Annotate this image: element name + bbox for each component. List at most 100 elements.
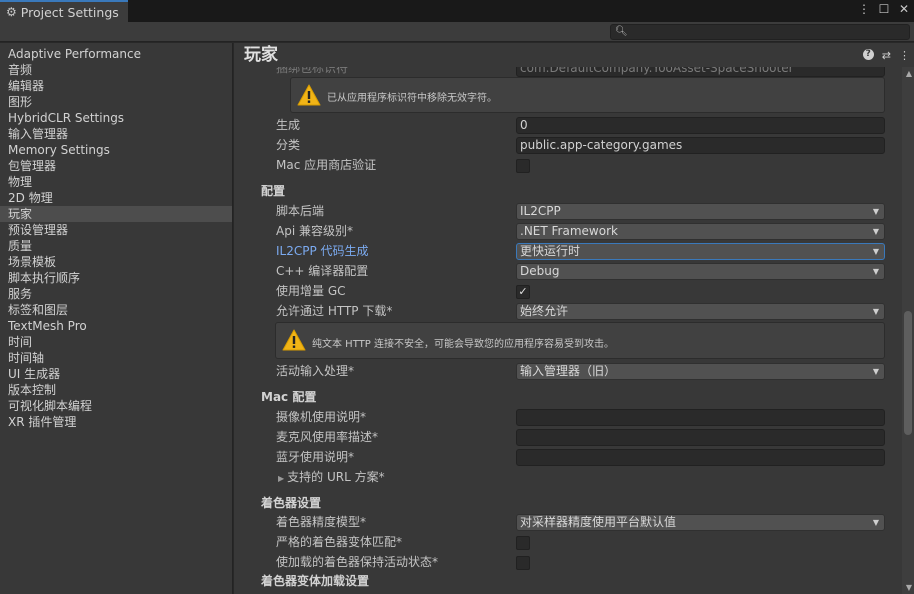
sidebar-item-textmesh-pro[interactable]: TextMesh Pro xyxy=(0,318,232,334)
section-shader-settings: 着色器设置 xyxy=(261,496,322,510)
chevron-down-icon: ▼ xyxy=(872,247,879,256)
strict-variant-row: 严格的着色器变体匹配* xyxy=(234,533,900,551)
shader-precision-row: 着色器精度模型* 对采样器精度使用平台默认值 ▼ xyxy=(234,513,900,531)
scrollbar-thumb[interactable] xyxy=(904,311,912,435)
keep-loaded-shaders-checkbox[interactable] xyxy=(516,556,530,570)
chevron-down-icon: ▼ xyxy=(872,227,879,236)
cpp-compiler-dropdown[interactable]: Debug ▼ xyxy=(516,263,885,280)
more-options-icon[interactable]: ⋮ xyxy=(899,49,910,62)
url-schemes-foldout[interactable]: ▶ 支持的 URL 方案* xyxy=(278,468,385,486)
sidebar-item-xr-plugin-management[interactable]: XR 插件管理 xyxy=(0,414,232,430)
mac-store-validation-checkbox[interactable] xyxy=(516,159,530,173)
sidebar-item-editor[interactable]: 编辑器 xyxy=(0,78,232,94)
sidebar-item-scene-template[interactable]: 场景模板 xyxy=(0,254,232,270)
mic-usage-label: 麦克风使用率描述* xyxy=(276,430,379,444)
sidebar-item-package-manager[interactable]: 包管理器 xyxy=(0,158,232,174)
sidebar-item-script-execution-order[interactable]: 脚本执行顺序 xyxy=(0,270,232,286)
sidebar-item-time[interactable]: 时间 xyxy=(0,334,232,350)
scroll-down-icon[interactable]: ▼ xyxy=(906,583,912,592)
sidebar-item-hybridclr[interactable]: HybridCLR Settings xyxy=(0,110,232,126)
player-settings-panel: 玩家 ? ⇄ ⋮ 捆绑包标识符 com.DefaultCompany.YooAs… xyxy=(234,43,914,594)
bundle-id-label: 捆绑包标识符 xyxy=(276,67,349,75)
tab-title: Project Settings xyxy=(20,4,119,20)
title-bar: ⚙ Project Settings ⋮ ☐ ✕ xyxy=(0,0,914,22)
il2cpp-codegen-row: IL2CPP 代码生成 更快运行时 ▼ xyxy=(234,242,900,260)
mic-usage-row: 麦克风使用率描述* xyxy=(234,428,900,446)
active-input-label: 活动输入处理* xyxy=(276,364,355,378)
shader-precision-label: 着色器精度模型* xyxy=(276,515,367,529)
warning-icon xyxy=(282,329,306,351)
close-icon[interactable]: ✕ xyxy=(898,2,910,16)
sidebar-item-input-manager[interactable]: 输入管理器 xyxy=(0,126,232,142)
mac-store-validation-row: Mac 应用商店验证 xyxy=(234,156,900,174)
mic-usage-field[interactable] xyxy=(516,429,885,446)
tab-project-settings[interactable]: ⚙ Project Settings xyxy=(0,0,128,22)
camera-usage-row: 摄像机使用说明* xyxy=(234,408,900,426)
http-download-label: 允许通过 HTTP 下载* xyxy=(276,304,393,318)
shader-precision-dropdown[interactable]: 对采样器精度使用平台默认值 ▼ xyxy=(516,514,885,531)
active-input-dropdown[interactable]: 输入管理器（旧） ▼ xyxy=(516,363,885,380)
il2cpp-codegen-dropdown[interactable]: 更快运行时 ▼ xyxy=(516,243,885,260)
gear-icon: ⚙ xyxy=(6,5,17,19)
toolbar: 🔍︎ xyxy=(0,22,914,42)
search-input[interactable]: 🔍︎ xyxy=(610,24,910,40)
sidebar-item-services[interactable]: 服务 xyxy=(0,286,232,302)
cpp-compiler-label: C++ 编译器配置 xyxy=(276,264,369,278)
scroll-up-icon[interactable]: ▲ xyxy=(906,69,912,78)
camera-usage-field[interactable] xyxy=(516,409,885,426)
sidebar-item-adaptive-performance[interactable]: Adaptive Performance xyxy=(0,46,232,62)
incremental-gc-label: 使用增量 GC xyxy=(276,284,346,298)
bluetooth-usage-field[interactable] xyxy=(516,449,885,466)
help-icon[interactable]: ? xyxy=(862,49,874,60)
page-title: 玩家 xyxy=(244,45,278,65)
scripting-backend-value: IL2CPP xyxy=(520,204,561,218)
cpp-compiler-value: Debug xyxy=(520,264,560,278)
http-download-dropdown[interactable]: 始终允许 ▼ xyxy=(516,303,885,320)
sidebar-item-ui-builder[interactable]: UI 生成器 xyxy=(0,366,232,382)
category-field[interactable]: public.app-category.games xyxy=(516,137,885,154)
preset-icon[interactable]: ⇄ xyxy=(882,49,891,62)
foldout-arrow-icon: ▶ xyxy=(278,474,285,483)
sidebar-item-version-control[interactable]: 版本控制 xyxy=(0,382,232,398)
category-label: 分类 xyxy=(276,138,301,152)
more-icon[interactable]: ⋮ xyxy=(858,2,870,16)
sidebar-item-preset-manager[interactable]: 预设管理器 xyxy=(0,222,232,238)
api-compat-row: Api 兼容级别* .NET Framework ▼ xyxy=(234,222,900,240)
active-input-row: 活动输入处理* 输入管理器（旧） ▼ xyxy=(234,362,900,380)
chevron-down-icon: ▼ xyxy=(872,307,879,316)
sidebar-item-quality[interactable]: 质量 xyxy=(0,238,232,254)
cpp-compiler-row: C++ 编译器配置 Debug ▼ xyxy=(234,262,900,280)
il2cpp-codegen-value: 更快运行时 xyxy=(520,244,581,258)
sidebar-item-graphics[interactable]: 图形 xyxy=(0,94,232,110)
strict-variant-checkbox[interactable] xyxy=(516,536,530,550)
api-compat-dropdown[interactable]: .NET Framework ▼ xyxy=(516,223,885,240)
sidebar-item-timeline[interactable]: 时间轴 xyxy=(0,350,232,366)
sidebar-item-visual-scripting[interactable]: 可视化脚本编程 xyxy=(0,398,232,414)
bluetooth-usage-label: 蓝牙使用说明* xyxy=(276,450,355,464)
section-mac-configuration: Mac 配置 xyxy=(261,390,317,404)
scripting-backend-label: 脚本后端 xyxy=(276,204,325,218)
url-schemes-label: 支持的 URL 方案* xyxy=(287,470,385,484)
sidebar-item-memory-settings[interactable]: Memory Settings xyxy=(0,142,232,158)
section-shader-variant-loading: 着色器变体加载设置 xyxy=(261,574,370,588)
scripting-backend-dropdown[interactable]: IL2CPP ▼ xyxy=(516,203,885,220)
api-compat-label: Api 兼容级别* xyxy=(276,224,353,238)
shader-precision-value: 对采样器精度使用平台默认值 xyxy=(520,515,677,529)
scripting-backend-row: 脚本后端 IL2CPP ▼ xyxy=(234,202,900,220)
sidebar-item-physics[interactable]: 物理 xyxy=(0,174,232,190)
incremental-gc-checkbox[interactable]: ✓ xyxy=(516,285,530,299)
checkmark-icon: ✓ xyxy=(518,285,528,298)
bundle-id-field[interactable]: com.DefaultCompany.YooAsset-SpaceShooter xyxy=(516,67,885,77)
camera-usage-label: 摄像机使用说明* xyxy=(276,410,367,424)
mac-store-validation-label: Mac 应用商店验证 xyxy=(276,158,377,172)
window-controls: ⋮ ☐ ✕ xyxy=(858,2,910,16)
chevron-down-icon: ▼ xyxy=(872,518,879,527)
sidebar-item-audio[interactable]: 音频 xyxy=(0,62,232,78)
build-field[interactable]: 0 xyxy=(516,117,885,134)
chevron-down-icon: ▼ xyxy=(872,207,879,216)
title-icons: ? ⇄ ⋮ xyxy=(862,49,910,62)
sidebar-item-tags-layers[interactable]: 标签和图层 xyxy=(0,302,232,318)
maximize-icon[interactable]: ☐ xyxy=(878,2,890,16)
sidebar-item-player[interactable]: 玩家 xyxy=(0,206,232,222)
sidebar-item-physics-2d[interactable]: 2D 物理 xyxy=(0,190,232,206)
